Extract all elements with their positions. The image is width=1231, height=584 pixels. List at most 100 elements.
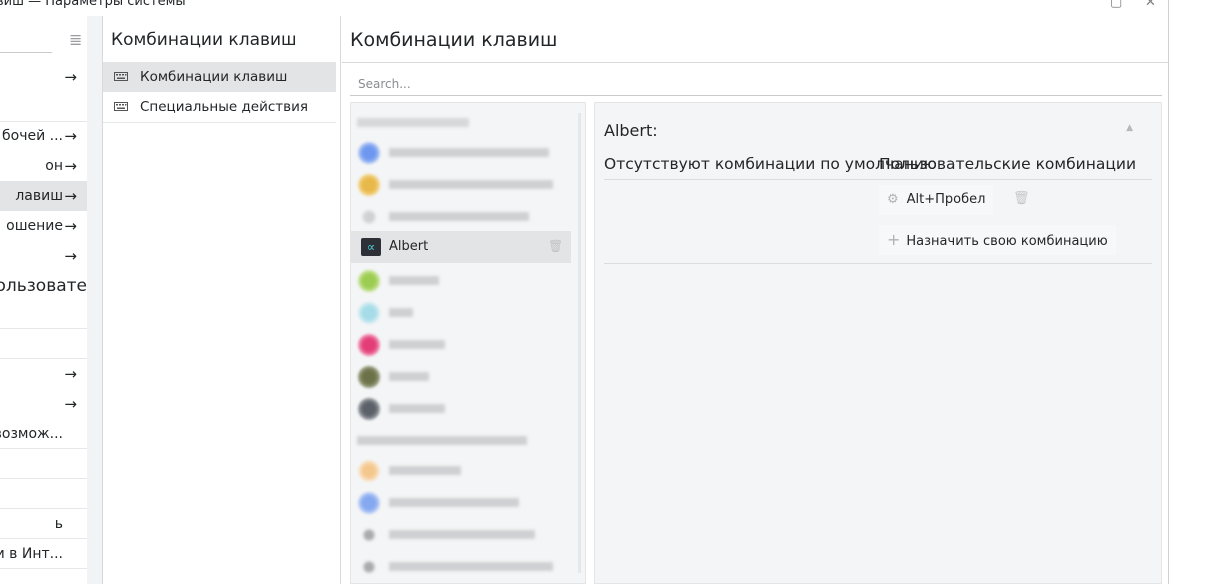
arrow-right-icon: → [64, 127, 77, 145]
plus-icon: + [887, 230, 901, 249]
sidebar-item[interactable]: ь [0, 509, 87, 539]
window-title: виш — Параметры системы [0, 0, 186, 9]
list-item[interactable] [351, 167, 571, 199]
desktop-background [1169, 0, 1231, 584]
app-icon [358, 492, 380, 514]
sidebar-item[interactable]: и в Инт... [0, 539, 87, 569]
blurred-label [389, 212, 529, 221]
list-item[interactable] [351, 549, 571, 581]
sidebar-divider [87, 16, 102, 584]
app-icon [358, 556, 380, 578]
albert-app-icon: ∝ [361, 238, 381, 256]
list-item[interactable] [351, 453, 571, 485]
collapse-icon[interactable]: ▲ [1126, 123, 1133, 133]
trash-icon[interactable]: 🗑 [548, 239, 563, 253]
custom-shortcuts-heading: Пользовательские комбинации [879, 155, 1137, 173]
blurred-label [389, 466, 461, 475]
app-icon [358, 174, 380, 196]
app-name: Albert [389, 239, 429, 254]
sidebar-item[interactable]: бочей ... → [0, 121, 87, 151]
list-item[interactable] [351, 423, 571, 455]
app-icon [358, 206, 380, 228]
shortcuts-main-panel: Комбинации клавиш ∝ Albert 🗑 [342, 16, 1168, 584]
app-icon [358, 270, 380, 292]
sidebar-search-field[interactable] [0, 52, 52, 53]
sidebar-item[interactable] [0, 299, 87, 329]
sidebar-item[interactable] [0, 92, 87, 122]
close-icon[interactable]: ✕ [1145, 0, 1156, 10]
blurred-label [389, 372, 429, 381]
shortcut-label: Alt+Пробел [906, 192, 986, 207]
blurred-label [389, 276, 439, 285]
list-item[interactable] [351, 295, 571, 327]
header-divider [342, 62, 1168, 63]
blurred-label [389, 530, 535, 539]
sidebar-category-heading: пользовате [0, 276, 87, 296]
sidebar-item[interactable]: → [0, 241, 87, 271]
selected-app-label: Albert: [604, 121, 658, 140]
keyboard-icon [114, 72, 128, 81]
list-item[interactable] [351, 359, 571, 391]
subcategory-special-actions[interactable]: Специальные действия [103, 92, 336, 123]
page-title: Комбинации клавиш [350, 29, 558, 51]
blurred-label [389, 498, 519, 507]
arrow-right-icon: → [64, 68, 77, 86]
app-icon [358, 398, 380, 420]
section-divider [604, 263, 1152, 264]
sidebar-item[interactable]: → [0, 62, 87, 92]
blurred-label [389, 308, 413, 317]
app-icon [358, 524, 380, 546]
maximize-icon[interactable]: ▢ [1110, 0, 1122, 10]
list-item[interactable] [351, 327, 571, 359]
shortcut-detail-panel: Albert: ▲ Отсутствуют комбинации по умол… [594, 102, 1162, 584]
blurred-label [389, 148, 549, 157]
title-bar: виш — Параметры системы ▢ ✕ [0, 0, 1169, 16]
sidebar-item[interactable] [0, 479, 87, 509]
arrow-right-icon: → [64, 157, 77, 175]
blurred-label [357, 118, 469, 127]
list-item[interactable] [351, 391, 571, 423]
shortcuts-subcategory-panel: Комбинации клавиш Комбинации клавиш Спец… [102, 16, 341, 584]
column-title: Комбинации клавиш [111, 30, 297, 50]
arrow-right-icon: → [64, 187, 77, 205]
sidebar-item[interactable] [0, 329, 87, 359]
app-icon [358, 460, 380, 482]
list-item[interactable] [351, 517, 571, 549]
arrow-right-icon: → [64, 247, 77, 265]
blurred-label [389, 404, 445, 413]
list-item[interactable] [351, 199, 571, 231]
hamburger-menu-icon[interactable]: ≣ [69, 30, 82, 49]
app-icon [358, 142, 380, 164]
trash-icon[interactable]: 🗑 [1013, 191, 1030, 207]
sidebar-item[interactable]: → [0, 389, 87, 419]
blurred-label [389, 340, 445, 349]
search-input[interactable] [350, 72, 1162, 96]
application-list: ∝ Albert 🗑 [350, 102, 586, 584]
app-icon [358, 302, 380, 324]
blurred-label [389, 180, 553, 189]
list-item[interactable] [351, 485, 571, 517]
sidebar-item[interactable]: он → [0, 151, 87, 181]
sidebar-item-shortcuts[interactable]: лавиш → [0, 181, 87, 211]
subcategory-shortcuts[interactable]: Комбинации клавиш [103, 62, 336, 92]
app-icon [358, 366, 380, 388]
section-divider [604, 179, 1152, 180]
list-item[interactable] [351, 135, 571, 167]
shortcut-alt-space-button[interactable]: ⚙ Alt+Пробел [879, 185, 994, 215]
sidebar-item[interactable]: возмож... [0, 419, 87, 449]
list-scrollbar[interactable] [578, 113, 581, 573]
sidebar-item[interactable]: ошение → [0, 211, 87, 241]
gear-icon: ⚙ [887, 192, 899, 207]
blurred-label [389, 562, 553, 571]
main-sidebar: ≣ → бочей ... → он → лавиш → ошение → → … [0, 16, 87, 584]
arrow-right-icon: → [64, 395, 77, 413]
sidebar-item[interactable]: → [0, 359, 87, 389]
list-item-albert[interactable]: ∝ Albert 🗑 [351, 231, 571, 263]
list-item[interactable] [351, 263, 571, 295]
sidebar-item[interactable] [0, 449, 87, 479]
assign-shortcut-label: Назначить свою комбинацию [906, 234, 1108, 249]
blurred-label [357, 436, 527, 445]
list-item[interactable] [351, 105, 571, 137]
app-icon [358, 334, 380, 356]
assign-shortcut-button[interactable]: + Назначить свою комбинацию [879, 225, 1116, 255]
